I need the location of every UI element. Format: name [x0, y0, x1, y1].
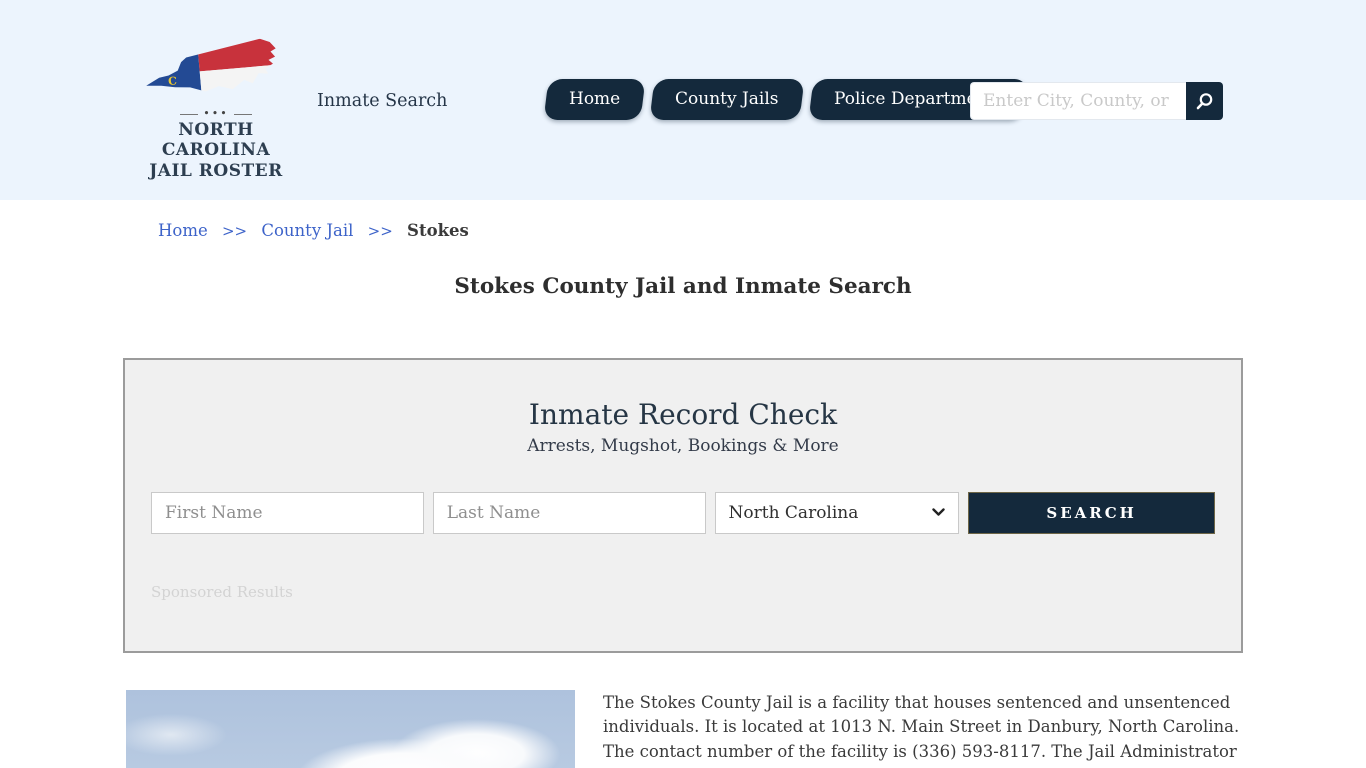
breadcrumb-separator: >> [221, 222, 248, 240]
search-icon [1196, 92, 1213, 109]
nav-home-button[interactable]: Home [543, 79, 646, 120]
header-search [970, 82, 1223, 120]
breadcrumb: Home >> County Jail >> Stokes [158, 221, 469, 240]
sponsored-results-label: Sponsored Results [151, 583, 293, 601]
record-check-form: North Carolina SEARCH [151, 492, 1215, 534]
page: C ••• NORTH CAROLINA JAIL ROSTER Inmate … [0, 0, 1366, 768]
breadcrumb-county-jail-link[interactable]: County Jail [261, 221, 353, 240]
logo-text-line2: JAIL ROSTER [149, 160, 283, 181]
nav-county-jails-label: County Jails [675, 89, 779, 109]
record-check-subtitle: Arrests, Mugshot, Bookings & More [527, 436, 839, 456]
site-header: C ••• NORTH CAROLINA JAIL ROSTER Inmate … [0, 0, 1366, 200]
nc-flag-map-icon: C [142, 37, 279, 97]
record-check-title: Inmate Record Check [528, 398, 838, 431]
search-submit-button[interactable]: SEARCH [968, 492, 1215, 534]
page-title: Stokes County Jail and Inmate Search [454, 274, 912, 299]
jail-photo [126, 690, 575, 768]
nav-home-label: Home [569, 89, 621, 109]
breadcrumb-current: Stokes [407, 221, 469, 240]
breadcrumb-separator: >> [367, 222, 393, 240]
state-select[interactable]: North Carolina [714, 492, 960, 534]
state-select-wrap: North Carolina [714, 492, 960, 534]
svg-text:C: C [168, 74, 178, 88]
breadcrumb-home-link[interactable]: Home [158, 221, 208, 240]
main-nav: Home County Jails Police Departments [543, 79, 1029, 120]
site-tagline: Inmate Search [317, 91, 448, 111]
last-name-input[interactable] [432, 492, 706, 534]
header-search-button[interactable] [1186, 82, 1223, 120]
logo-text-line1: NORTH CAROLINA [161, 120, 271, 161]
site-logo[interactable]: C ••• NORTH CAROLINA JAIL ROSTER [140, 34, 292, 181]
first-name-input[interactable] [151, 492, 424, 534]
nav-county-jails-button[interactable]: County Jails [649, 79, 805, 120]
header-search-input[interactable] [970, 82, 1186, 120]
logo-divider: ••• [140, 108, 292, 119]
jail-description-paragraph: The Stokes County Jail is a facility tha… [603, 693, 1240, 768]
inmate-record-check-panel: Inmate Record Check Arrests, Mugshot, Bo… [123, 358, 1243, 653]
